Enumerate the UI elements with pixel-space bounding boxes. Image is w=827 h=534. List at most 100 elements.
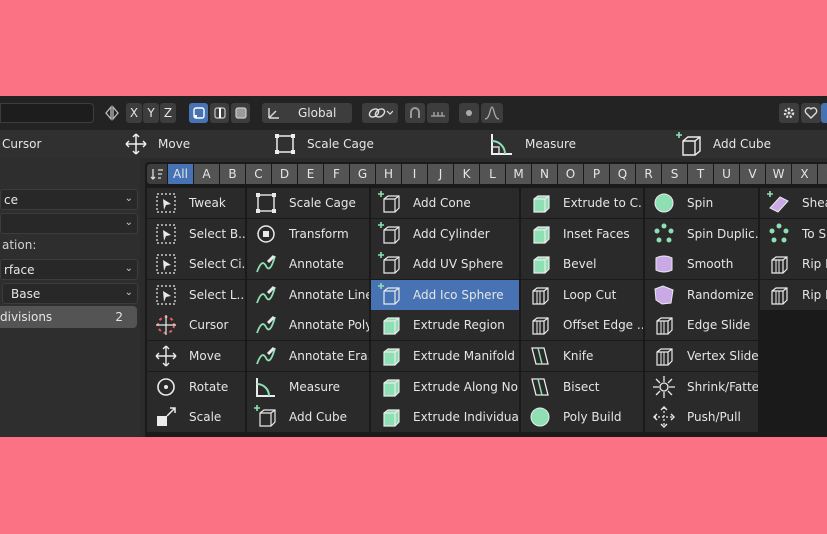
tool-item-annotate-line[interactable]: Annotate Line bbox=[247, 279, 369, 310]
tool-item-annotate[interactable]: Annotate bbox=[247, 249, 369, 280]
axis-z-toggle[interactable]: Z bbox=[160, 103, 176, 123]
tool-item-extrude-to-c[interactable]: Extrude to C... bbox=[521, 188, 643, 218]
tool-scale-cage[interactable]: Scale Cage bbox=[273, 130, 374, 158]
select-b-icon bbox=[153, 221, 179, 247]
tool-item-add-cylinder[interactable]: Add Cylinder bbox=[371, 218, 519, 249]
letter-filter-m[interactable]: M bbox=[506, 164, 531, 184]
tool-item-shea[interactable]: Shea bbox=[760, 188, 827, 218]
tool-item-annotate-era[interactable]: Annotate Era... bbox=[247, 341, 369, 371]
tool-item-loop-cut[interactable]: Loop Cut bbox=[521, 279, 643, 310]
tool-measure[interactable]: Measure bbox=[489, 130, 576, 158]
tool-item-add-cone[interactable]: Add Cone bbox=[371, 188, 519, 218]
tool-item-offset-edge[interactable]: Offset Edge ... bbox=[521, 310, 643, 341]
tool-item-select-l[interactable]: Select L... bbox=[147, 279, 245, 310]
subdivisions-slider[interactable]: divisions 2 bbox=[0, 306, 137, 328]
tool-item-vertex-slide[interactable]: Vertex Slide bbox=[645, 341, 758, 371]
letter-filter-n[interactable]: N bbox=[532, 164, 557, 184]
tool-item-move[interactable]: Move bbox=[147, 341, 245, 371]
tool-item-randomize[interactable]: Randomize bbox=[645, 279, 758, 310]
tool-item-shrink-fatten[interactable]: Shrink/Fatten bbox=[645, 371, 758, 402]
letter-filter-g[interactable]: G bbox=[350, 164, 375, 184]
tool-item-rip-e[interactable]: Rip E bbox=[760, 279, 827, 310]
tool-item-extrude-manifold[interactable]: Extrude Manifold bbox=[371, 341, 519, 371]
letter-filter-q[interactable]: Q bbox=[610, 164, 635, 184]
tool-item-push-pull[interactable]: Push/Pull bbox=[645, 402, 758, 433]
letter-filter-a[interactable]: A bbox=[194, 164, 219, 184]
tool-move[interactable]: Move bbox=[124, 130, 190, 158]
tool-item-measure[interactable]: Measure bbox=[247, 371, 369, 402]
tool-item-cursor[interactable]: Cursor bbox=[147, 310, 245, 341]
tool-item-spin[interactable]: Spin bbox=[645, 188, 758, 218]
tool-item-smooth[interactable]: Smooth bbox=[645, 249, 758, 280]
tool-item-bevel[interactable]: Bevel bbox=[521, 249, 643, 280]
edge-mode-icon bbox=[213, 107, 226, 119]
letter-filter-t[interactable]: T bbox=[688, 164, 713, 184]
tool-item-extrude-region[interactable]: Extrude Region bbox=[371, 310, 519, 341]
vertex-select-mode[interactable] bbox=[189, 103, 208, 123]
overlay-toggle[interactable] bbox=[801, 103, 821, 123]
tool-item-spin-duplic[interactable]: Spin Duplic... bbox=[645, 218, 758, 249]
tool-item-rotate[interactable]: Rotate bbox=[147, 371, 245, 402]
tool-item-add-uv-sphere[interactable]: Add UV Sphere bbox=[371, 249, 519, 280]
axis-y-toggle[interactable]: Y bbox=[143, 103, 159, 123]
axis-x-toggle[interactable]: X bbox=[126, 103, 142, 123]
letter-filter-e[interactable]: E bbox=[298, 164, 323, 184]
letter-filter-i[interactable]: I bbox=[402, 164, 427, 184]
letter-filter-d[interactable]: D bbox=[272, 164, 297, 184]
gizmo-toggle[interactable] bbox=[779, 103, 799, 123]
letter-filter-w[interactable]: W bbox=[766, 164, 791, 184]
letter-filter-all[interactable]: All bbox=[168, 164, 193, 184]
tool-item-knife[interactable]: Knife bbox=[521, 341, 643, 371]
tool-item-annotate-poly[interactable]: Annotate Poly... bbox=[247, 310, 369, 341]
tool-item-add-ico-sphere[interactable]: Add Ico Sphere bbox=[371, 279, 519, 310]
tool-item-poly-build[interactable]: Poly Build bbox=[521, 402, 643, 433]
tool-item-tweak[interactable]: Tweak bbox=[147, 188, 245, 218]
pivot-dropdown[interactable] bbox=[362, 103, 398, 123]
letter-filter-r[interactable]: R bbox=[636, 164, 661, 184]
proportional-edit-toggle[interactable] bbox=[459, 103, 479, 123]
tool-add-cube[interactable]: Add Cube bbox=[675, 130, 771, 158]
letter-filter-o[interactable]: O bbox=[558, 164, 583, 184]
tool-item-select-b[interactable]: Select B... bbox=[147, 218, 245, 249]
tool-item-transform[interactable]: Transform bbox=[247, 218, 369, 249]
letter-filter-k[interactable]: K bbox=[454, 164, 479, 184]
letter-filter-v[interactable]: V bbox=[740, 164, 765, 184]
letter-filter-u[interactable]: U bbox=[714, 164, 739, 184]
letter-filter-h[interactable]: H bbox=[376, 164, 401, 184]
falloff-dropdown[interactable] bbox=[481, 103, 503, 123]
tool-item-scale[interactable]: Scale bbox=[147, 402, 245, 433]
letter-filter-x[interactable]: X bbox=[792, 164, 817, 184]
tool-item-to-sp[interactable]: To Sp bbox=[760, 218, 827, 249]
snap-target[interactable] bbox=[427, 103, 449, 123]
xray-toggle[interactable] bbox=[821, 103, 827, 123]
letter-filter-b[interactable]: B bbox=[220, 164, 245, 184]
tool-item-add-cube[interactable]: Add Cube bbox=[247, 402, 369, 433]
snap-toggle[interactable] bbox=[405, 103, 425, 123]
sort-toggle-button[interactable] bbox=[147, 164, 167, 184]
dropdown-secondary[interactable]: ⌄ bbox=[0, 213, 138, 234]
tool-item-edge-slide[interactable]: Edge Slide bbox=[645, 310, 758, 341]
tool-item-extrude-individual[interactable]: Extrude Individual bbox=[371, 402, 519, 433]
mirror-icon[interactable] bbox=[104, 105, 120, 121]
tool-cursor[interactable]: Cursor bbox=[2, 130, 41, 158]
tool-item-rip-r[interactable]: Rip R bbox=[760, 249, 827, 280]
face-select-mode[interactable] bbox=[231, 103, 250, 123]
dropdown-base[interactable]: Base ⌄ bbox=[2, 283, 138, 304]
letter-filter-j[interactable]: J bbox=[428, 164, 453, 184]
letter-filter-c[interactable]: C bbox=[246, 164, 271, 184]
tool-item-inset-faces[interactable]: Inset Faces bbox=[521, 218, 643, 249]
tool-item-select-ci[interactable]: Select Ci... bbox=[147, 249, 245, 280]
letter-filter-p[interactable]: P bbox=[584, 164, 609, 184]
tool-item-bisect[interactable]: Bisect bbox=[521, 371, 643, 402]
name-field[interactable] bbox=[0, 103, 94, 123]
letter-filter-y[interactable]: Y bbox=[818, 164, 827, 184]
orientation-dropdown[interactable]: Global bbox=[262, 103, 352, 123]
tool-item-scale-cage[interactable]: Scale Cage bbox=[247, 188, 369, 218]
tool-item-extrude-along-nor[interactable]: Extrude Along Nor... bbox=[371, 371, 519, 402]
letter-filter-f[interactable]: F bbox=[324, 164, 349, 184]
edge-select-mode[interactable] bbox=[210, 103, 229, 123]
letter-filter-l[interactable]: L bbox=[480, 164, 505, 184]
dropdown-surface[interactable]: rface ⌄ bbox=[0, 259, 138, 280]
letter-filter-s[interactable]: S bbox=[662, 164, 687, 184]
dropdown-mode[interactable]: ce ⌄ bbox=[0, 189, 138, 210]
